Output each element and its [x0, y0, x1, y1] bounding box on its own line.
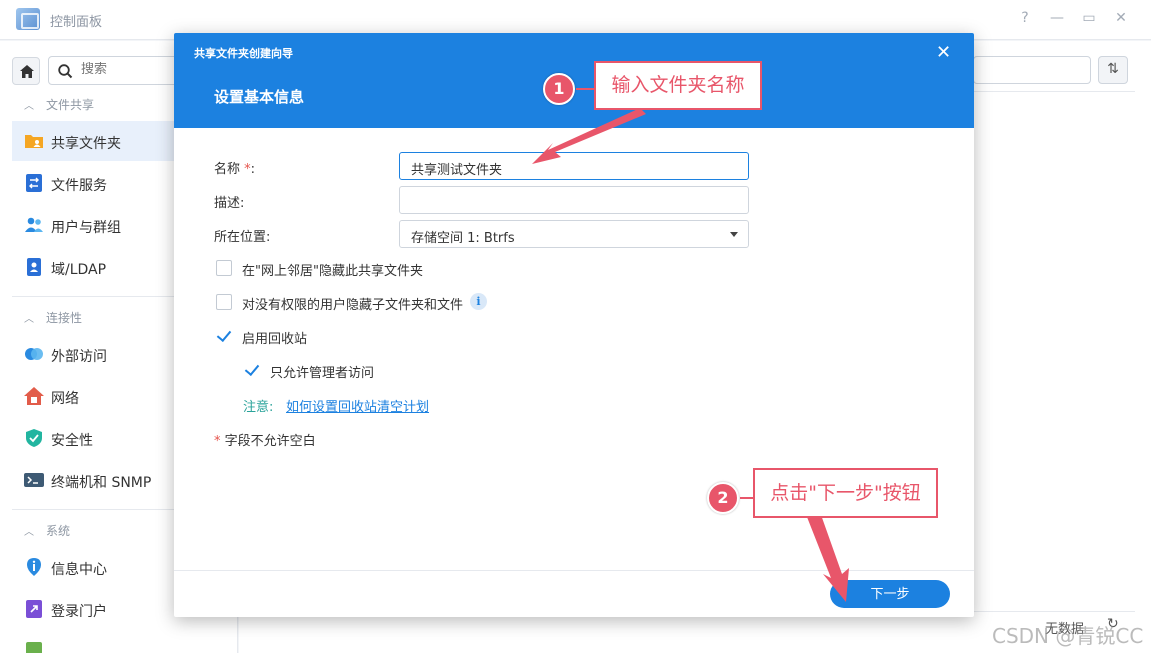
annotation-1-label: 输入文件夹名称 — [594, 61, 762, 110]
arrow-2 — [807, 512, 849, 602]
annotation-1-connector — [576, 88, 595, 90]
annotation-2-connector — [740, 497, 754, 499]
annotation-2-number: 2 — [707, 482, 739, 514]
arrow-1 — [532, 108, 646, 164]
annotation-arrows — [532, 108, 849, 602]
annotation-1-number: 1 — [543, 73, 575, 105]
annotation-2-label: 点击"下一步"按钮 — [753, 468, 938, 518]
watermark: CSDN @青锐CC — [992, 624, 1144, 648]
